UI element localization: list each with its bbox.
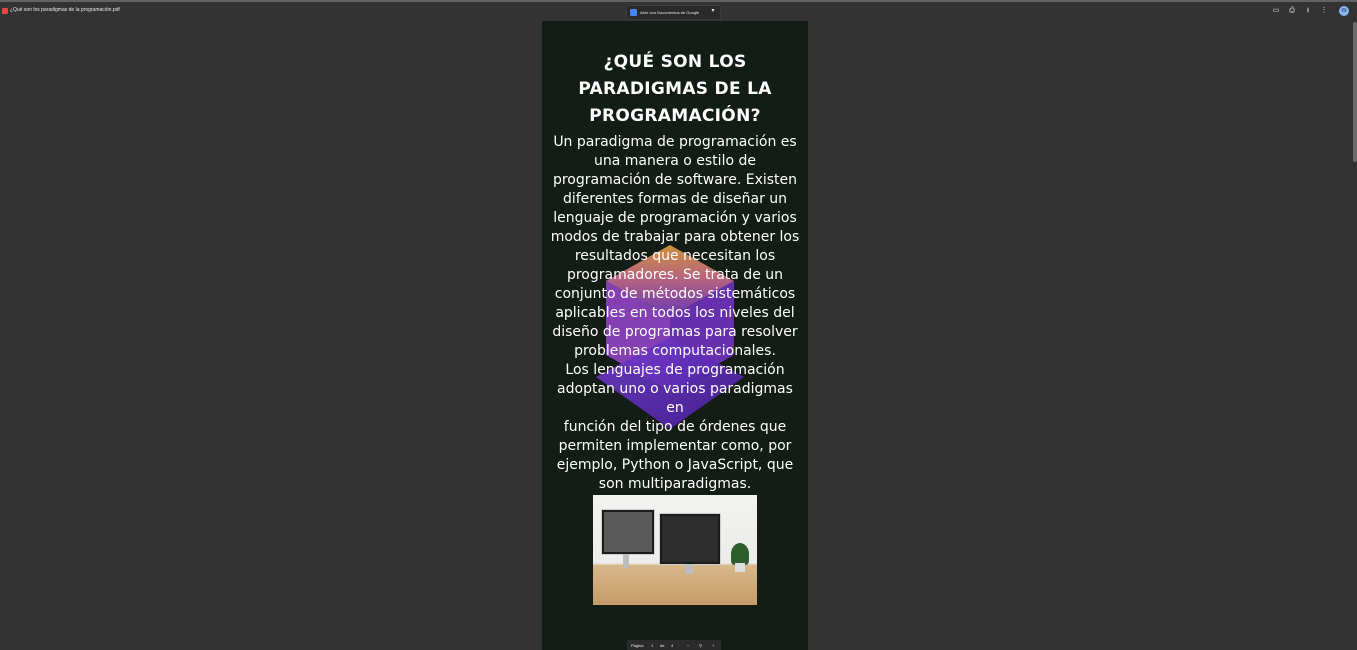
page-navigation-bar: Página 1 de 4 − ⚲ + <box>627 640 721 650</box>
monitor-right-stand <box>685 564 693 574</box>
body-line: programación de software. Existen <box>552 172 798 188</box>
open-with-label: Abrir con Documentos de Google <box>640 10 700 15</box>
body-line: Un paradigma de programación es <box>553 134 797 150</box>
print-icon[interactable]: ⎙ <box>1288 7 1296 15</box>
monitor-left <box>601 509 655 555</box>
more-vert-icon[interactable]: ⋮ <box>1320 7 1328 15</box>
page-of-label: de <box>660 643 665 648</box>
body-line: lenguaje de programación y varios <box>553 210 797 226</box>
zoom-out-button[interactable]: − <box>687 643 689 648</box>
chevron-down-icon[interactable]: ▾ <box>708 5 718 18</box>
zoom-icon[interactable]: ⚲ <box>699 643 702 648</box>
total-pages: 4 <box>671 643 674 648</box>
zoom-in-button[interactable]: + <box>712 643 714 648</box>
page-label: Página <box>631 643 644 648</box>
pdf-page: ¿QUÉ SON LOS PARADIGMAS DE LA PROGRAMACI… <box>542 21 808 650</box>
body-line: son multiparadigmas. <box>598 476 752 492</box>
google-docs-icon <box>630 9 637 16</box>
plant <box>731 543 749 565</box>
download-icon[interactable]: ⭳ <box>1304 7 1312 15</box>
body-line: ejemplo, Python o JavaScript, que <box>556 457 794 473</box>
plant-pot <box>735 563 745 572</box>
body-line: programadores. Se trata de un <box>566 267 784 283</box>
viewer-top-bar: ¿Qué son los paradigmas de la programaci… <box>0 0 1357 22</box>
monitor-left-stand <box>623 554 629 568</box>
body-line: modos de trabajar para obtener los <box>550 229 800 245</box>
body-line: diseño de programas para resolver <box>552 324 798 340</box>
user-avatar[interactable]: m <box>1339 6 1349 16</box>
annotate-icon[interactable]: ▭ <box>1272 7 1280 15</box>
body-line: diferentes formas de diseñar un <box>562 191 788 207</box>
body-line: función del tipo de órdenes que <box>563 419 787 435</box>
pdf-file-icon <box>2 8 8 14</box>
monitor-right <box>659 513 721 565</box>
file-title: ¿Qué son los paradigmas de la programaci… <box>10 7 120 13</box>
body-line: permiten implementar como, por <box>558 438 792 454</box>
top-border <box>0 0 1357 2</box>
current-page-input[interactable]: 1 <box>651 643 653 648</box>
page-title: ¿QUÉ SON LOS PARADIGMAS DE LA PROGRAMACI… <box>578 52 772 126</box>
body-line: conjunto de métodos sistemáticos <box>554 286 796 302</box>
body-text: Un paradigma de programación es una maner… <box>550 133 800 494</box>
desk-monitors-photo <box>593 495 757 605</box>
body-line: Los lenguajes de programación <box>565 362 785 378</box>
body-line: aplicables en todos los niveles del <box>555 305 795 321</box>
body-line: problemas computacionales. <box>574 343 776 359</box>
body-line: resultados que necesitan los <box>574 248 776 264</box>
body-line: una manera o estilo de <box>594 153 756 169</box>
open-with-google-docs-button[interactable]: Abrir con Documentos de Google <box>626 5 721 20</box>
body-line: adoptan uno o varios paradigmas en <box>557 381 793 416</box>
scrollbar-thumb[interactable] <box>1353 22 1357 162</box>
